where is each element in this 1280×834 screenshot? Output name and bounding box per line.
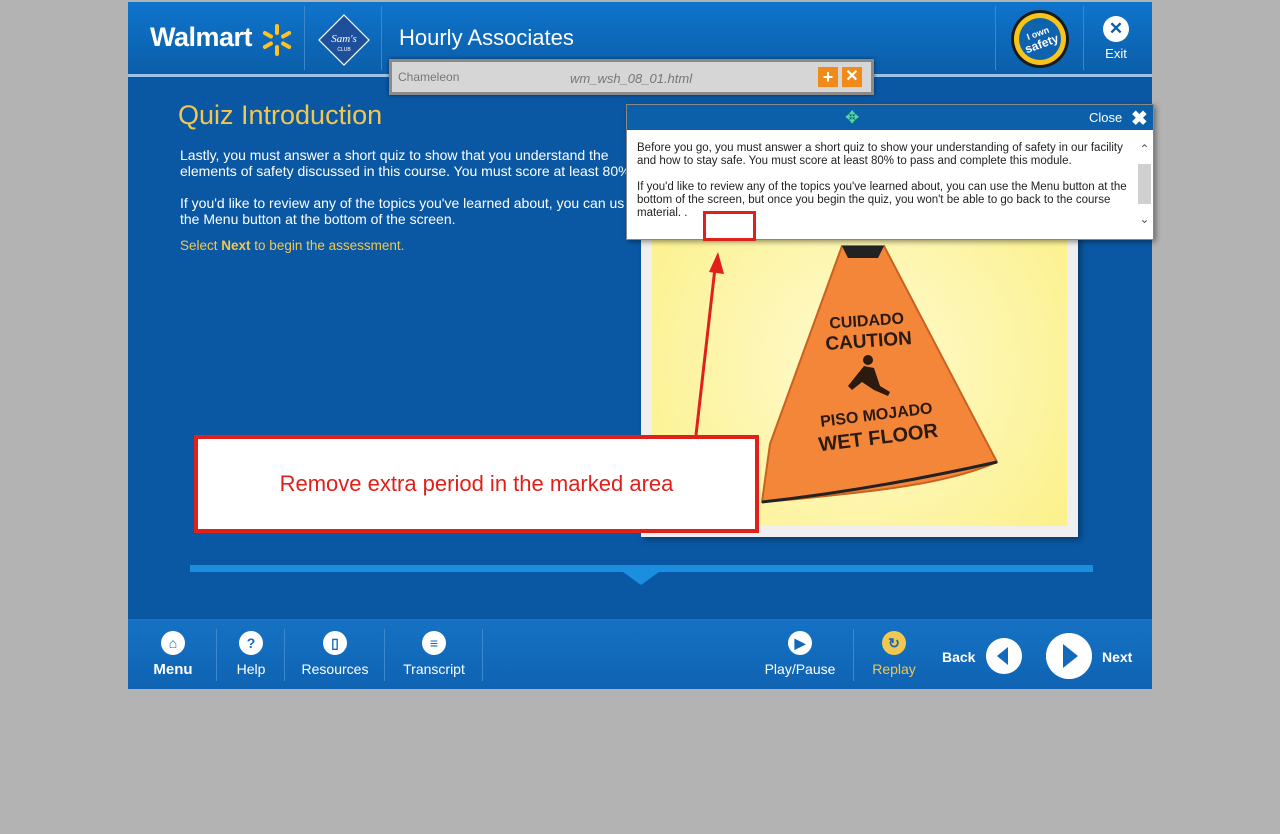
help-button[interactable]: ? Help [228,631,274,677]
slide-paragraph: If you'd like to review any of the topic… [180,195,625,227]
menu-button[interactable]: ⌂ Menu [146,631,200,678]
replay-icon: ↻ [882,631,906,655]
footer-divider [853,629,854,681]
scroll-up-icon[interactable]: ⌃ [1137,142,1152,156]
close-circle-icon: ✕ [1103,16,1129,42]
play-icon: ▶ [788,631,812,655]
footer-divider [482,629,483,681]
chameleon-file-name: wm_wsh_08_01.html [570,71,693,86]
instruction-prefix: Select [180,238,222,253]
annotation-highlight-box [703,211,756,241]
popup-header[interactable]: ✥ Close ✖ [627,105,1153,130]
home-icon: ⌂ [161,631,185,655]
sams-club-logo: Sam's CLUB [318,14,370,66]
help-label: Help [236,661,266,677]
own-safety-badge: I own safety [1011,10,1069,68]
progress-bar [190,565,1093,572]
exit-button[interactable]: ✕ Exit [1098,16,1134,66]
annotation-note: Remove extra period in the marked area [194,435,759,533]
instruction-next: Next [221,238,251,253]
play-pause-label: Play/Pause [764,661,836,677]
resources-label: Resources [301,661,369,677]
replay-label: Replay [872,661,916,677]
footer-divider [384,629,385,681]
svg-text:CLUB: CLUB [337,47,351,53]
transcript-paragraph: Before you go, you must answer a short q… [637,142,1123,167]
scroll-thumb[interactable] [1138,164,1151,204]
next-button[interactable] [1046,633,1092,679]
instruction-text: Select Next to begin the assessment. [180,238,404,253]
replay-button[interactable]: ↻ Replay [866,631,922,677]
popup-close-button[interactable]: Close [1089,110,1122,125]
chameleon-close-button[interactable]: ✕ [842,67,862,87]
move-icon[interactable]: ✥ [845,108,859,128]
resources-button[interactable]: ▯ Resources [298,631,372,677]
svg-text:Sam's: Sam's [331,33,357,45]
footer-divider [216,629,217,681]
menu-label: Menu [153,661,193,678]
walmart-logo: Walmart [150,22,253,52]
exit-label: Exit [1105,46,1127,61]
transcript-label: Transcript [403,661,465,677]
chameleon-logo: Chameleon [398,70,460,84]
close-icon[interactable]: ✖ [1131,106,1148,131]
annotation-note-text: Remove extra period in the marked area [279,471,674,496]
question-icon: ? [239,631,263,655]
list-icon: ≡ [422,631,446,655]
course-title: Hourly Associates [399,25,574,50]
scroll-down-icon[interactable]: ⌄ [1137,212,1152,226]
walmart-spark-icon [262,24,292,56]
transcript-button[interactable]: ≡ Transcript [398,631,470,677]
document-icon: ▯ [323,631,347,655]
header-divider [381,6,382,70]
header-divider [995,6,996,70]
chameleon-add-button[interactable]: + [818,67,838,87]
header-divider [1083,6,1084,70]
instruction-suffix: to begin the assessment. [250,238,405,253]
slide-title: Quiz Introduction [178,100,383,130]
footer-toolbar: ⌂ Menu ? Help ▯ Resources ≡ Transcript ▶… [128,619,1152,689]
popup-scrollbar[interactable]: ⌃ ⌄ [1137,142,1152,228]
next-label[interactable]: Next [1102,649,1132,665]
play-pause-button[interactable]: ▶ Play/Pause [760,631,840,677]
chameleon-toolbar[interactable]: Chameleon wm_wsh_08_01.html + ✕ [389,59,874,95]
progress-pointer [623,572,659,585]
header-divider [304,6,305,70]
back-label[interactable]: Back [942,649,975,665]
back-button[interactable] [986,638,1022,674]
slide-paragraph: Lastly, you must answer a short quiz to … [180,147,631,179]
footer-divider [284,629,285,681]
